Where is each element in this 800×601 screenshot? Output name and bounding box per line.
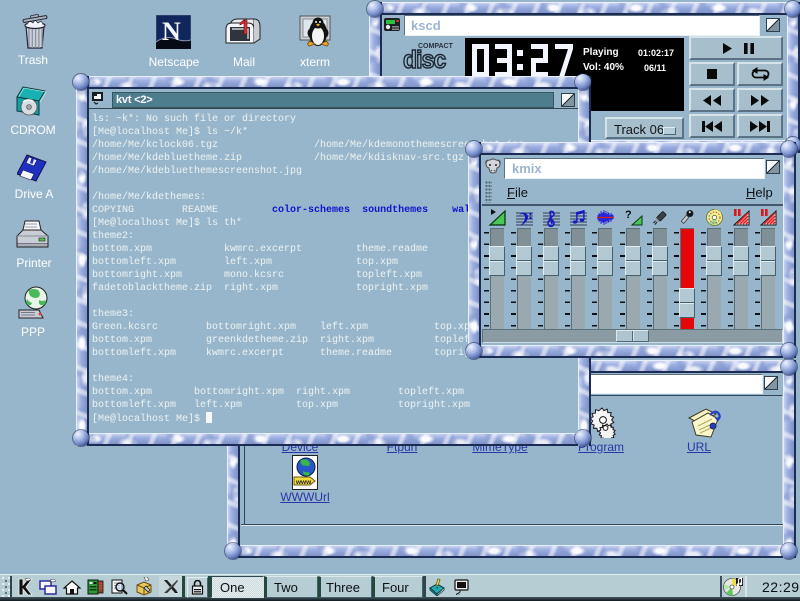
svg-text:www: www [295,479,312,486]
svg-text:?: ? [625,209,632,221]
svg-text:N: N [162,17,181,46]
